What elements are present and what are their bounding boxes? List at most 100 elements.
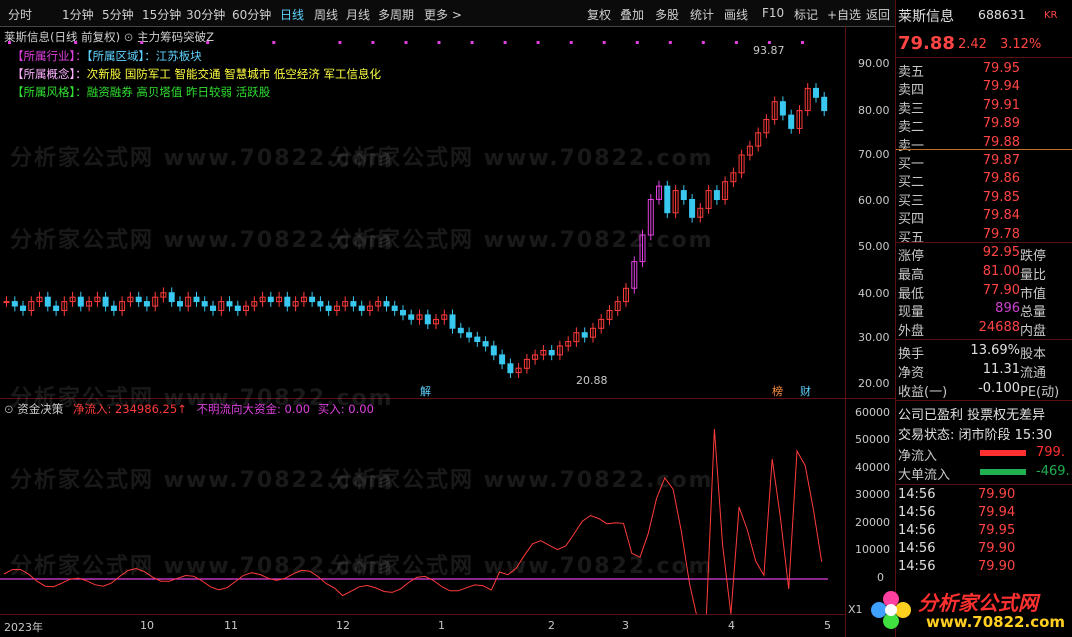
signal-dot xyxy=(8,41,11,44)
stat2-row: 收益(一) -0.100 PE(动) xyxy=(898,381,1072,400)
x-axis-line xyxy=(0,614,845,615)
period-weekly[interactable]: 周线 xyxy=(314,6,338,23)
stat2-label: 收益(一) xyxy=(898,385,948,400)
flow-label: 净流入 xyxy=(898,449,938,464)
candle-body xyxy=(408,314,415,320)
signal-dot xyxy=(701,41,705,44)
stat-row: 最高 81.00 量比 xyxy=(898,264,1072,283)
trade-time: 14:56 xyxy=(898,559,936,574)
cai-marker[interactable]: 财 xyxy=(800,383,811,399)
tool-add-watch[interactable]: +自选 xyxy=(827,6,861,23)
trade-time: 14:56 xyxy=(898,487,936,502)
orderbook-label: 买四 xyxy=(898,212,925,228)
orderbook-row[interactable]: 买一 79.87 xyxy=(898,153,1072,172)
candle-body xyxy=(457,327,464,334)
tool-f10[interactable]: F10 xyxy=(762,6,784,20)
flow-bar xyxy=(980,469,1026,475)
stock-code: 688631 xyxy=(978,7,1026,22)
flower-icon xyxy=(871,591,911,629)
tool-huaxian[interactable]: 画线 xyxy=(724,6,748,23)
candle-body xyxy=(680,190,687,201)
candle-body xyxy=(581,332,588,338)
tool-diejia[interactable]: 叠加 xyxy=(620,6,644,23)
stat-right-label: 总量 xyxy=(1020,305,1047,321)
fund-flow-chart[interactable] xyxy=(0,399,845,614)
orderbook-row[interactable]: 买三 79.85 xyxy=(898,190,1072,209)
signal-dot xyxy=(140,41,144,44)
candlestick-chart[interactable] xyxy=(0,26,845,398)
stat-label: 最高 xyxy=(898,267,925,283)
orderbook-label: 卖一 xyxy=(898,138,925,154)
period-1min[interactable]: 1分钟 xyxy=(62,6,94,23)
candle-body xyxy=(168,292,175,303)
trade-price: 79.94 xyxy=(978,505,1016,520)
flow-value: -469. xyxy=(1036,464,1070,479)
net-inflow-line xyxy=(3,428,823,614)
period-daily[interactable]: 日线 xyxy=(280,6,304,23)
orderbook-row[interactable]: 卖三 79.91 xyxy=(898,98,1072,117)
candle-body xyxy=(210,305,216,312)
signal-dot xyxy=(635,41,639,44)
signal-dot xyxy=(338,41,342,44)
orderbook-label: 买二 xyxy=(898,175,925,191)
stat-value: 24688 xyxy=(978,320,1020,336)
divider xyxy=(896,242,1072,243)
orderbook-row[interactable]: 卖五 79.95 xyxy=(898,61,1072,80)
signal-dot xyxy=(470,41,474,44)
zoom-label[interactable]: X1 xyxy=(848,603,863,616)
trade-price: 79.90 xyxy=(978,487,1016,502)
price-tick: 90.00 xyxy=(858,57,890,70)
trade-time: 14:56 xyxy=(898,505,936,520)
divider xyxy=(896,400,1072,401)
candle-body xyxy=(143,301,150,307)
tool-fuquan[interactable]: 复权 xyxy=(587,6,611,23)
candle-body xyxy=(474,336,481,343)
candle-body xyxy=(383,301,390,307)
candle-body xyxy=(664,185,671,214)
period-fenshi[interactable]: 分时 xyxy=(8,6,32,23)
orderbook-price: 79.84 xyxy=(982,208,1020,224)
orderbook-row[interactable]: 买四 79.84 xyxy=(898,208,1072,228)
orderbook-price: 79.89 xyxy=(982,116,1020,132)
stat2-row: 净资 11.31 流通 xyxy=(898,362,1072,381)
stat-right-label: 量比 xyxy=(1020,267,1047,283)
orderbook-row[interactable]: 卖四 79.94 xyxy=(898,79,1072,99)
candle-body xyxy=(3,301,10,304)
price-tick: 40.00 xyxy=(858,287,890,300)
candle-body xyxy=(713,190,720,201)
tool-biaoji[interactable]: 标记 xyxy=(794,6,818,23)
candle-body xyxy=(350,301,357,307)
stat2-right-label: 股本 xyxy=(1020,347,1047,362)
candle-body xyxy=(226,301,233,307)
period-60min[interactable]: 60分钟 xyxy=(232,6,271,23)
orderbook-label: 卖二 xyxy=(898,120,925,136)
x-tick: 11 xyxy=(224,619,238,632)
tool-duogu[interactable]: 多股 xyxy=(655,6,679,23)
orderbook-label: 买三 xyxy=(898,193,925,209)
signal-dot xyxy=(536,41,540,44)
period-multi[interactable]: 多周期 xyxy=(378,6,414,23)
orderbook-row[interactable]: 买二 79.86 xyxy=(898,171,1072,191)
period-monthly[interactable]: 月线 xyxy=(346,6,370,23)
period-15min[interactable]: 15分钟 xyxy=(142,6,181,23)
stat2-right-label: PE(动) xyxy=(1020,385,1060,400)
x-tick: 2 xyxy=(548,619,555,632)
orderbook-label: 卖四 xyxy=(898,83,925,99)
period-30min[interactable]: 30分钟 xyxy=(186,6,225,23)
tool-tongji[interactable]: 统计 xyxy=(690,6,714,23)
divider xyxy=(896,339,1072,340)
candle-body xyxy=(466,332,473,338)
stat2-value: 11.31 xyxy=(982,362,1020,377)
candle-body xyxy=(77,296,84,307)
period-more[interactable]: 更多 > xyxy=(424,6,462,23)
kr-badge: KR xyxy=(1044,10,1058,21)
signal-dot xyxy=(734,41,738,44)
candle-body xyxy=(424,314,431,325)
trade-time: 14:56 xyxy=(898,523,936,538)
tool-back[interactable]: 返回 xyxy=(866,6,890,23)
bang-marker[interactable]: 榜 xyxy=(772,383,783,399)
stat-right-label: 跌停 xyxy=(1020,249,1047,264)
orderbook-row[interactable]: 卖二 79.89 xyxy=(898,116,1072,136)
period-5min[interactable]: 5分钟 xyxy=(102,6,134,23)
jie-marker[interactable]: 解 xyxy=(420,383,431,399)
